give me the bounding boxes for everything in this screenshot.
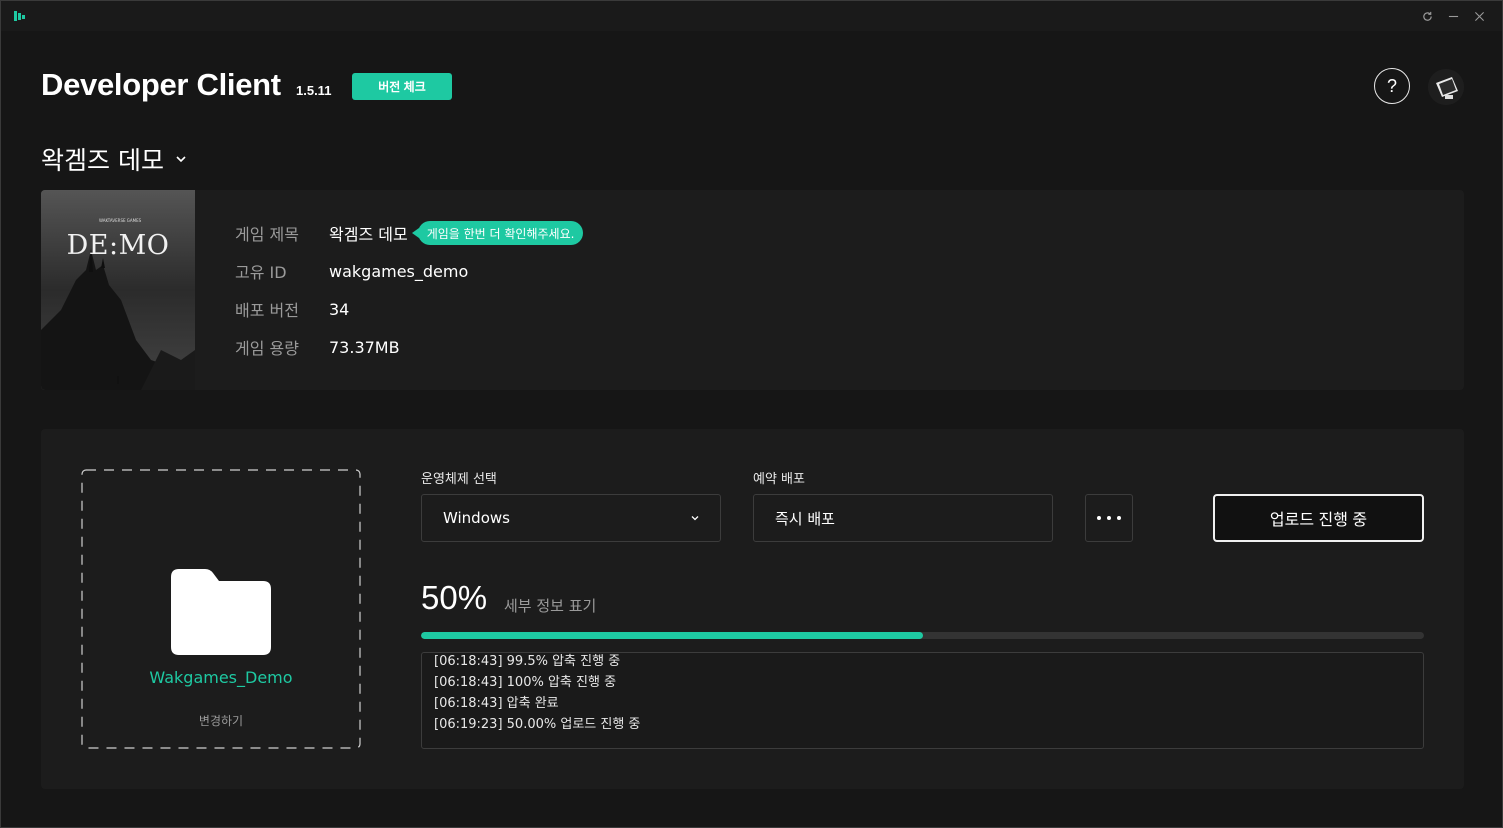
minimize-icon (1448, 15, 1458, 17)
change-folder-link[interactable]: 변경하기 (81, 712, 361, 729)
info-row-size: 게임 용량 73.37MB (235, 328, 583, 366)
schedule-label: 예약 배포 (753, 472, 805, 487)
app-title: Developer Client (41, 67, 281, 102)
info-value: wakgames_demo (329, 261, 469, 281)
info-value: 73.37MB (329, 337, 400, 357)
info-label: 게임 제목 (235, 225, 299, 244)
more-dots-icon (1117, 516, 1121, 520)
os-select-value: Windows (443, 509, 510, 527)
os-select-label: 운영체제 선택 (421, 472, 497, 487)
upload-log[interactable]: [06:18:43] 99.5% 압축 진행 중 [06:18:43] 100%… (421, 652, 1424, 749)
close-button[interactable] (1466, 5, 1492, 27)
refresh-button[interactable] (1414, 5, 1440, 27)
log-line: [06:18:43] 100% 압축 진행 중 (434, 675, 617, 690)
user-avatar-image (1428, 69, 1464, 105)
project-name: 왁겜즈 데모 (41, 146, 164, 175)
more-options-button[interactable] (1085, 494, 1133, 542)
game-info-card: WAKTAVERSE GAMES DE:MO 게임 제목 왁겜즈 데모 게임을 … (41, 190, 1464, 390)
info-value: 왁겜즈 데모 (329, 225, 408, 244)
folder-drop-zone[interactable]: Wakgames_Demo 변경하기 (81, 469, 361, 749)
info-label: 고유 ID (235, 263, 287, 282)
cover-title: DE:MO (66, 230, 170, 261)
help-button[interactable]: ? (1374, 68, 1410, 104)
game-cover-image: WAKTAVERSE GAMES DE:MO (41, 190, 195, 390)
log-line: [06:18:43] 압축 완료 (434, 696, 559, 711)
info-row-version: 배포 버전 34 (235, 290, 583, 328)
info-label: 배포 버전 (235, 301, 299, 320)
schedule-field[interactable]: 즉시 배포 (753, 494, 1053, 542)
log-line: [06:19:23] 50.00% 업로드 진행 중 (434, 717, 641, 732)
minimize-button[interactable] (1440, 5, 1466, 27)
progress-percent: 50% (421, 579, 488, 616)
chevron-down-icon (691, 516, 699, 521)
upload-panel: Wakgames_Demo 변경하기 운영체제 선택 Windows 예약 배포… (41, 429, 1464, 789)
wakgames-logo-icon (14, 11, 25, 21)
game-info-rows: 게임 제목 왁겜즈 데모 게임을 한번 더 확인해주세요. 고유 ID wakg… (235, 214, 584, 366)
avatar[interactable] (1428, 69, 1464, 105)
folder-name: Wakgames_Demo (149, 668, 293, 687)
chevron-down-icon (176, 156, 186, 163)
refresh-icon (1422, 11, 1432, 21)
os-select[interactable]: Windows (421, 494, 721, 542)
folder-icon (171, 569, 271, 655)
info-label: 게임 용량 (235, 339, 299, 358)
version-check-button[interactable]: 버전 체크 (352, 73, 452, 100)
more-dots-icon (1107, 516, 1111, 520)
app-window: Developer Client 1.5.11 버전 체크 ? 왁겜즈 데모 W… (0, 0, 1503, 828)
window-controls (1414, 5, 1492, 27)
log-line: [06:18:43] 99.5% 압축 진행 중 (434, 654, 621, 669)
upload-button[interactable]: 업로드 진행 중 (1213, 494, 1424, 542)
more-dots-icon (1097, 516, 1101, 520)
info-row-title: 게임 제목 왁겜즈 데모 게임을 한번 더 확인해주세요. (235, 214, 584, 252)
title-bar[interactable] (1, 1, 1502, 31)
progress-bar (421, 632, 1424, 639)
cover-brand: WAKTAVERSE GAMES (99, 218, 142, 223)
detail-toggle[interactable]: 세부 정보 표기 (504, 595, 596, 616)
project-selector[interactable]: 왁겜즈 데모 (41, 141, 188, 177)
app-version: 1.5.11 (296, 83, 332, 98)
close-icon (1474, 11, 1484, 21)
info-value: 34 (329, 299, 350, 319)
schedule-value: 즉시 배포 (775, 509, 835, 528)
progress-fill (421, 632, 923, 639)
check-tip-badge: 게임을 한번 더 확인해주세요. (411, 221, 584, 245)
help-icon: ? (1386, 75, 1397, 96)
info-row-id: 고유 ID wakgames_demo (235, 252, 583, 290)
